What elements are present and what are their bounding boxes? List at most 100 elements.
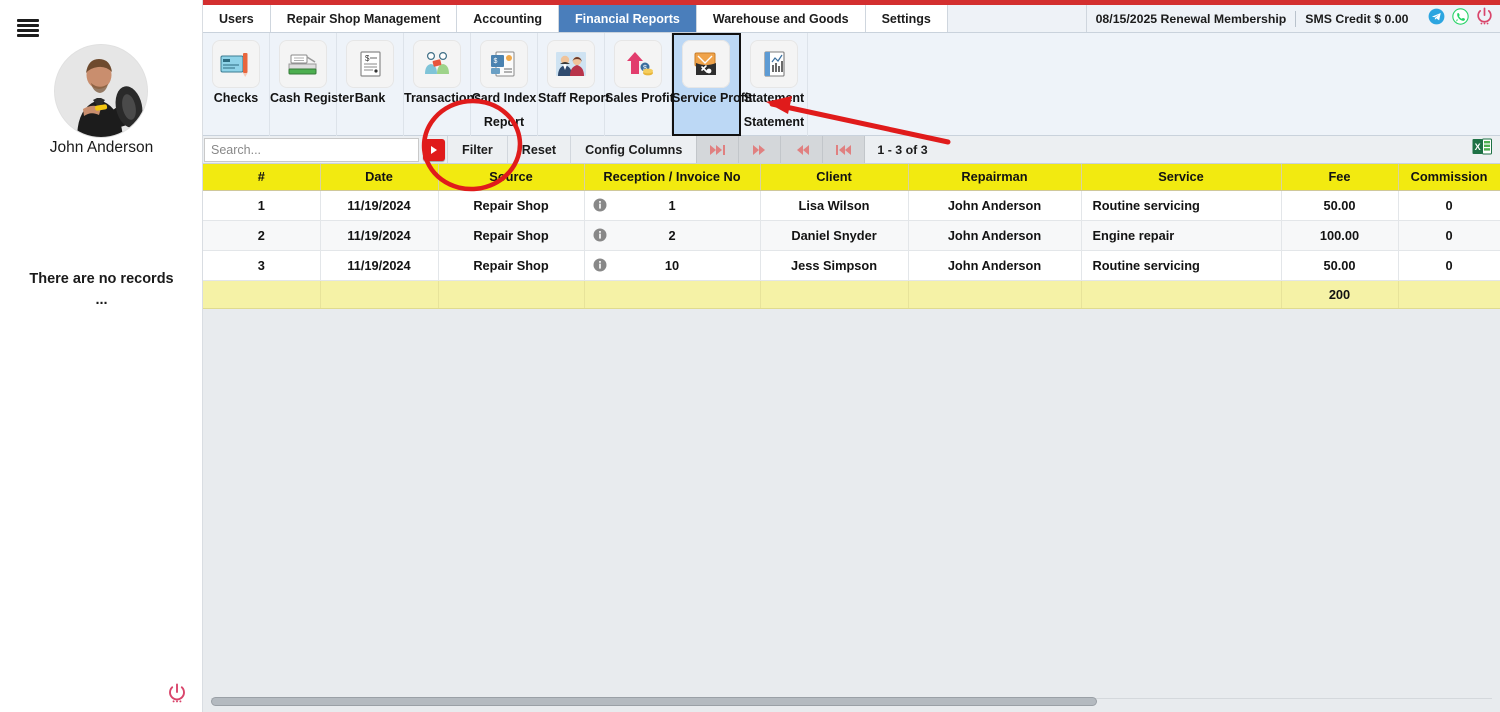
search-input[interactable] [204, 138, 419, 162]
column-header-number[interactable]: # [203, 164, 321, 191]
tab-users[interactable]: Users [203, 5, 271, 32]
column-header-fee[interactable]: Fee [1281, 164, 1399, 191]
staff-report-icon [547, 40, 595, 88]
table-header-row: # Date Source Reception / Invoice No Cli… [203, 164, 1500, 191]
total-spacer [760, 280, 909, 309]
pagination-next-button[interactable] [738, 136, 781, 163]
ribbon-item-service-profit[interactable]: Service Profit [672, 33, 753, 136]
total-spacer [203, 280, 321, 309]
sidebar-empty-state: There are no records ... [0, 269, 203, 311]
svg-text:X: X [1474, 142, 1480, 152]
cell-date: 11/19/2024 [320, 250, 439, 281]
total-spacer [1081, 280, 1282, 309]
avatar-image [54, 44, 148, 138]
whatsapp-icon[interactable] [1451, 7, 1469, 30]
service-profit-table: # Date Source Reception / Invoice No Cli… [203, 164, 1500, 309]
ribbon-item-cash-register[interactable]: Cash Register [270, 33, 355, 136]
checkbook-icon [212, 40, 260, 88]
ribbon-label: Cash Register [270, 91, 355, 105]
ribbon-item-statement[interactable]: Statement Statement [741, 33, 808, 136]
column-header-client[interactable]: Client [760, 164, 909, 191]
cell-repairman: John Anderson [908, 220, 1082, 251]
column-header-date[interactable]: Date [320, 164, 439, 191]
column-header-reception-invoice-no[interactable]: Reception / Invoice No [584, 164, 761, 191]
pagination-first-button[interactable] [822, 136, 865, 163]
info-icon[interactable] [593, 228, 607, 242]
config-columns-button[interactable]: Config Columns [570, 136, 697, 163]
application-window: John Anderson There are no records ... U… [0, 0, 1500, 712]
search-dropdown-button[interactable] [423, 139, 445, 161]
cell-service: Routine servicing [1081, 250, 1282, 281]
info-icon[interactable] [593, 198, 607, 212]
info-icon[interactable] [593, 258, 607, 272]
excel-export-icon[interactable]: X [1472, 138, 1492, 161]
ribbon-item-staff-report[interactable]: Staff Report [538, 33, 610, 136]
avatar[interactable] [54, 44, 148, 138]
sidebar-empty-ellipsis: ... [95, 292, 108, 308]
tab-repair-shop-management[interactable]: Repair Shop Management [270, 5, 458, 32]
total-spacer [908, 280, 1082, 309]
total-commission [1398, 280, 1500, 309]
header-info-area: 08/15/2025 Renewal Membership SMS Credit… [1086, 5, 1418, 32]
column-header-commission[interactable]: Commission [1398, 164, 1500, 191]
play-triangle-icon [431, 146, 437, 154]
scrollbar-thumb[interactable] [211, 697, 1097, 706]
tab-settings[interactable]: Settings [865, 5, 948, 32]
bank-document-icon: $ [346, 40, 394, 88]
hamburger-bar [17, 19, 39, 22]
ribbon-item-card-index-report[interactable]: $ Card Index Report [471, 33, 538, 136]
tab-financial-reports[interactable]: Financial Reports [559, 5, 697, 32]
pagination-last-button[interactable] [696, 136, 739, 163]
column-header-service[interactable]: Service [1081, 164, 1282, 191]
hamburger-bar [17, 24, 39, 27]
cell-invoice-no: 1 [584, 190, 761, 221]
table-row[interactable]: 1 11/19/2024 Repair Shop 1 Lisa Wilson J… [203, 190, 1500, 221]
ribbon-label: Bank [354, 91, 386, 105]
tab-accounting[interactable]: Accounting [457, 5, 559, 32]
column-header-repairman[interactable]: Repairman [908, 164, 1082, 191]
ribbon-item-bank[interactable]: $ Bank [337, 33, 404, 136]
first-page-icon [835, 144, 851, 155]
filter-button[interactable]: Filter [447, 136, 507, 163]
table-row[interactable]: 3 11/19/2024 Repair Shop 10 Jess Simpson… [203, 250, 1500, 281]
cell-client: Daniel Snyder [760, 220, 909, 251]
top-navigation-tabs: Users Repair Shop Management Accounting … [203, 5, 1500, 33]
sidebar-user-name: John Anderson [49, 139, 154, 156]
hamburger-icon[interactable] [17, 19, 39, 37]
cell-invoice-value: 10 [664, 257, 680, 273]
ribbon-label-second-line: Report [483, 115, 525, 129]
cell-service: Routine servicing [1081, 190, 1282, 221]
pagination-prev-button[interactable] [780, 136, 823, 163]
grid-toolbar: Filter Reset Config Columns [203, 136, 1500, 164]
tab-warehouse-and-goods[interactable]: Warehouse and Goods [696, 5, 866, 32]
ribbon-empty-area [808, 33, 1500, 136]
cell-commission: 0 [1398, 220, 1500, 251]
ribbon-label-second-line: Statement [743, 115, 805, 129]
column-header-source[interactable]: Source [438, 164, 585, 191]
ribbon-label: Staff Report [538, 91, 610, 105]
total-spacer [320, 280, 439, 309]
membership-status: 08/15/2025 Renewal Membership [1087, 10, 1297, 27]
power-icon[interactable] [168, 683, 186, 703]
power-icon[interactable] [1476, 7, 1493, 30]
cell-fee: 100.00 [1281, 220, 1399, 251]
horizontal-scrollbar[interactable] [203, 696, 1500, 707]
cell-repairman: John Anderson [908, 250, 1082, 281]
data-grid: # Date Source Reception / Invoice No Cli… [203, 164, 1500, 309]
telegram-icon[interactable] [1428, 8, 1445, 30]
ribbon-label: Checks [213, 91, 259, 105]
table-row[interactable]: 2 11/19/2024 Repair Shop 2 Daniel Snyder… [203, 220, 1500, 251]
sales-profit-icon: $ [614, 40, 662, 88]
ribbon-item-checks[interactable]: Checks [203, 33, 270, 136]
reset-button[interactable]: Reset [506, 136, 571, 163]
statement-icon [750, 40, 798, 88]
ribbon-item-sales-profit[interactable]: $ Sales Profit [605, 33, 674, 136]
last-page-icon [709, 144, 725, 155]
grid-toolbar-right: X [939, 136, 1500, 163]
cell-repairman: John Anderson [908, 190, 1082, 221]
ribbon-item-transactions[interactable]: Transactions [404, 33, 481, 136]
svg-text:$: $ [365, 54, 370, 63]
total-spacer [584, 280, 761, 309]
transactions-people-icon [413, 40, 461, 88]
cell-source: Repair Shop [438, 220, 585, 251]
